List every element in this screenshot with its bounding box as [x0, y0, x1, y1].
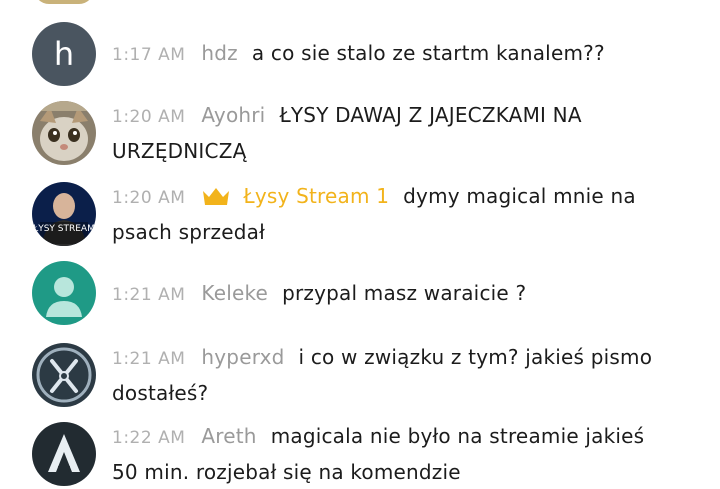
avatar[interactable]: h: [32, 22, 96, 86]
message-time: 1:21 AM: [112, 285, 186, 305]
live-chat-list: h 1:17 AM hdz a co sie stalo ze startm kan…: [0, 0, 720, 489]
message-time: 1:22 AM: [112, 428, 186, 448]
message-line: 1:20 AM Ayohri ŁYSY DAWAJ Z JAJECZKAMI NA …: [112, 98, 668, 168]
message-line: 1:17 AM hdz a co sie stalo ze startm kanal…: [112, 36, 668, 72]
message-author[interactable]: Ayohri: [201, 103, 265, 127]
message-author[interactable]: Keleke: [201, 281, 268, 305]
crown-icon: [203, 188, 230, 205]
avatar[interactable]: ŁYSY STREAM: [32, 182, 96, 246]
crossed-pliers-logo-icon: [36, 347, 92, 403]
message-line: 1:21 AM Keleke przypal masz waraicie ?: [112, 276, 668, 312]
message-author[interactable]: hyperxd: [201, 345, 284, 369]
lysy-stream-photo-icon: ŁYSY STREAM: [32, 182, 96, 246]
message-time: 1:20 AM: [112, 107, 186, 127]
avatar[interactable]: [32, 261, 96, 325]
message-text: i co w związku z tym? jakieś pismo dosta…: [112, 345, 653, 405]
message-text: magicala nie było na streamie jakieś 50 …: [112, 424, 645, 484]
avatar[interactable]: [32, 343, 96, 407]
message-time: 1:17 AM: [112, 45, 186, 65]
message-line: 1:21 AM hyperxd i co w związku z tym? jaki…: [112, 340, 668, 410]
message-line: 1:20 AM Łysy Stream 1 dymy magical mnie na…: [112, 179, 668, 249]
previous-message-avatar: [34, 0, 94, 4]
message-time: 1:21 AM: [112, 349, 186, 369]
message-line: 1:22 AM Areth magicala nie było na streami…: [112, 419, 668, 489]
avatar-letter: h: [53, 35, 75, 73]
default-user-icon: [46, 277, 82, 317]
message-text: przypal masz waraicie ?: [282, 281, 527, 305]
avatar-caption: ŁYSY STREAM: [32, 224, 95, 234]
arrow-a-logo-icon: [48, 434, 80, 472]
avatar[interactable]: [32, 422, 96, 486]
avatar[interactable]: [32, 101, 96, 165]
message-text: a co sie stalo ze startm kanalem??: [251, 41, 605, 65]
message-author[interactable]: hdz: [201, 41, 237, 65]
message-author[interactable]: Łysy Stream 1: [243, 184, 389, 208]
cat-photo-icon: [32, 101, 96, 165]
message-time: 1:20 AM: [112, 188, 186, 208]
message-author[interactable]: Areth: [201, 424, 256, 448]
